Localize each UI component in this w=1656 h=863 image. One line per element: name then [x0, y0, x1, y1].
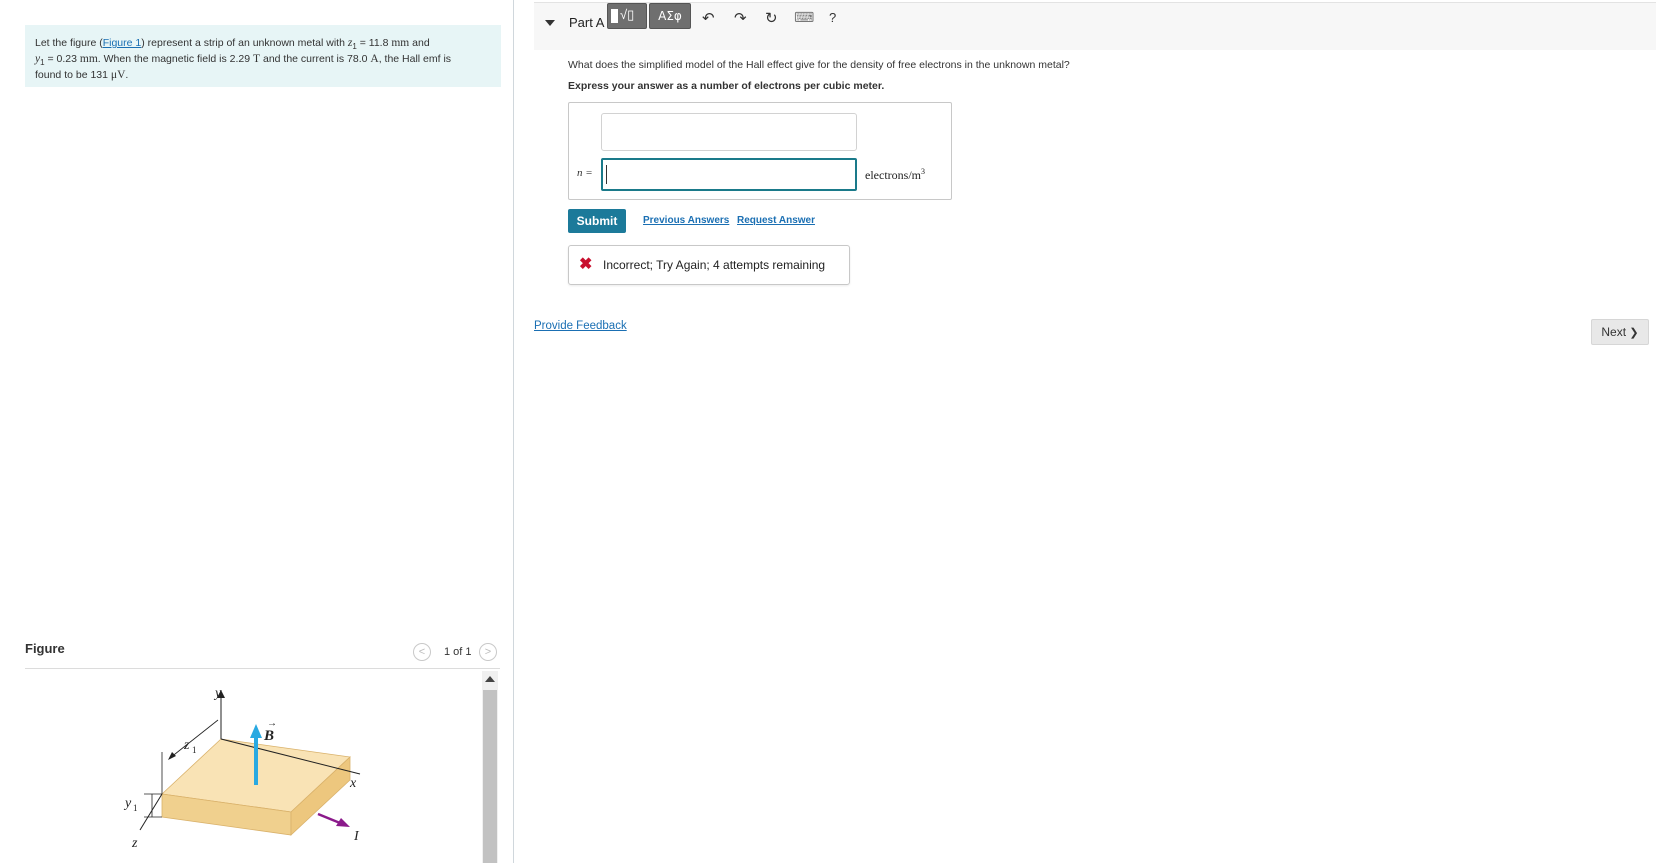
templates-button[interactable]: √▯	[607, 3, 647, 29]
unit-mm: mm	[79, 53, 98, 66]
problem-text: found to be 131	[35, 69, 111, 82]
collapse-caret-icon[interactable]	[545, 20, 555, 26]
x-axis-label: x	[349, 776, 357, 791]
unit-tesla: T	[253, 53, 261, 66]
current-label: I	[353, 829, 360, 844]
z1-label-subscript: 1	[192, 745, 197, 755]
z-axis-label: z	[131, 836, 138, 851]
problem-text: and the current is 78.0	[260, 53, 371, 66]
answer-input[interactable]	[601, 158, 857, 191]
current-arrow-shaft	[317, 812, 341, 825]
problem-text: . When the magnetic field is 2.29	[97, 53, 254, 66]
request-answer-link[interactable]: Request Answer	[737, 215, 815, 226]
part-title[interactable]: Part A	[569, 15, 604, 30]
answer-unit: electrons/m3	[865, 167, 925, 183]
answer-instruction: Express your answer as a number of elect…	[568, 80, 885, 92]
figure-pager-text: 1 of 1	[444, 646, 472, 658]
b-field-label: B	[263, 728, 274, 744]
figure-next-button[interactable]: >	[479, 643, 497, 661]
math-toolbar	[601, 113, 857, 151]
figure-prev-button[interactable]: <	[413, 643, 431, 661]
unit-exponent: 3	[920, 167, 925, 176]
text-cursor	[606, 165, 607, 184]
problem-text: Let the figure (	[35, 37, 103, 49]
y1-label-subscript: 1	[133, 803, 138, 813]
question-text: What does the simplified model of the Ha…	[568, 59, 1070, 71]
figure-divider	[25, 668, 500, 669]
unit-microvolt: μV	[110, 69, 126, 82]
previous-answers-link[interactable]: Previous Answers	[643, 215, 729, 226]
z-axis-line	[139, 793, 163, 831]
provide-feedback-link[interactable]: Provide Feedback	[534, 320, 627, 332]
pane-divider[interactable]	[513, 0, 514, 863]
template-block-icon	[611, 9, 618, 23]
problem-text: .	[125, 69, 129, 82]
sqrt-icon: √▯	[620, 7, 635, 22]
answer-variable-label: n =	[577, 167, 593, 179]
keyboard-icon[interactable]: ⌨	[794, 9, 814, 27]
scroll-up-arrow-icon[interactable]	[485, 676, 495, 682]
help-icon[interactable]: ?	[829, 9, 836, 27]
greek-symbols-button[interactable]: ΑΣφ	[649, 3, 691, 29]
problem-text: and	[409, 37, 430, 49]
feedback-text: Incorrect; Try Again; 4 attempts remaini…	[603, 258, 826, 272]
y-axis-label: y	[213, 690, 222, 701]
problem-statement: Let the figure (Figure 1) represent a st…	[25, 25, 501, 87]
z1-label: z	[183, 738, 190, 753]
figure-scrollbar-thumb[interactable]	[483, 690, 497, 863]
problem-text: ) represent a strip of an unknown metal …	[141, 37, 348, 49]
unit-ampere: A	[370, 53, 379, 66]
reset-icon[interactable]: ↻	[765, 9, 778, 27]
b-field-arrowhead	[250, 724, 262, 738]
unit-mm: mm	[391, 37, 410, 49]
figure-heading: Figure	[25, 641, 65, 656]
submit-button[interactable]: Submit	[568, 209, 626, 233]
incorrect-x-icon: ✖	[579, 256, 593, 273]
z1-arrowhead	[168, 752, 176, 760]
unit-text: electrons/m	[865, 168, 921, 182]
b-vector-arrow: →	[267, 718, 277, 729]
problem-text: , the Hall emf is	[378, 53, 452, 66]
problem-text: = 0.23	[44, 53, 80, 66]
problem-text: = 11.8	[356, 37, 392, 49]
hall-strip-figure: y x z B → I z 1 y 1	[123, 690, 361, 851]
y1-label: y	[123, 796, 132, 811]
next-button[interactable]: Next ❯	[1591, 319, 1649, 345]
undo-icon[interactable]: ↶	[702, 9, 715, 27]
next-label: Next	[1601, 325, 1627, 339]
chevron-right-icon: ❯	[1629, 327, 1639, 339]
figure-link[interactable]: Figure 1	[103, 37, 142, 49]
redo-icon[interactable]: ↷	[734, 9, 747, 27]
